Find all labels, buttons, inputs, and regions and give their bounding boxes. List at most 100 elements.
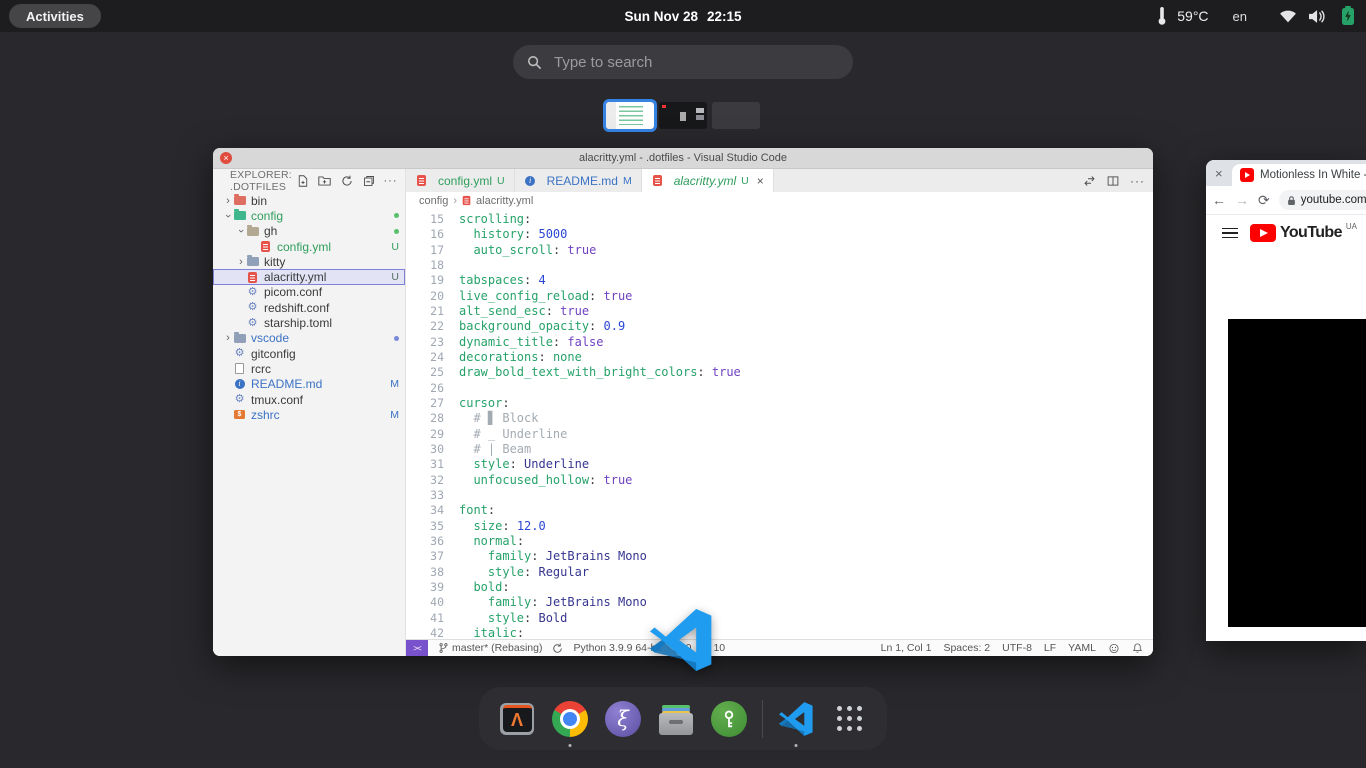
code-line[interactable]: 35 size: 12.0 [406, 519, 1153, 534]
dock-item-app-grid[interactable] [829, 699, 869, 739]
tab-close-icon[interactable]: × [757, 174, 764, 188]
more-actions-icon[interactable]: ··· [384, 175, 397, 188]
encoding[interactable]: UTF-8 [1002, 642, 1032, 654]
tree-item-picom.conf[interactable]: ⚙picom.conf [213, 285, 405, 300]
new-folder-icon[interactable] [318, 175, 331, 188]
browser-tab[interactable]: Motionless In White - / [1232, 164, 1366, 186]
menu-hamburger-icon[interactable] [1222, 225, 1238, 242]
code-line[interactable]: 30 # | Beam [406, 442, 1153, 457]
code-line[interactable]: 18 [406, 258, 1153, 273]
code-line[interactable]: 20live_config_reload: true [406, 289, 1153, 304]
code-line[interactable]: 29 # _ Underline [406, 427, 1153, 442]
vscode-logo-overlay[interactable] [648, 607, 714, 673]
dock-item-vscode[interactable] [776, 699, 816, 739]
code-line[interactable]: 40 family: JetBrains Mono [406, 595, 1153, 610]
youtube-logo[interactable]: YouTube UA [1250, 224, 1357, 242]
code-line[interactable]: 33 [406, 488, 1153, 503]
code-line[interactable]: 24decorations: none [406, 350, 1153, 365]
address-bar[interactable]: youtube.com/wa [1279, 190, 1366, 210]
dock-item-alacritty[interactable]: Λ [497, 699, 537, 739]
code-line[interactable]: 32 unfocused_hollow: true [406, 473, 1153, 488]
code-line[interactable]: 41 style: Bold [406, 611, 1153, 626]
tree-item-bin[interactable]: ›bin [213, 193, 405, 208]
tree-item-kitty[interactable]: ›kitty [213, 254, 405, 269]
back-icon[interactable]: ← [1212, 193, 1226, 207]
collapse-all-icon[interactable] [362, 175, 375, 188]
code-line[interactable]: 26 [406, 381, 1153, 396]
editor-tab-config.yml[interactable]: config.ymlU [406, 169, 515, 192]
dock-item-keepassxc[interactable] [709, 699, 749, 739]
code-line[interactable]: 31 style: Underline [406, 457, 1153, 472]
sync-icon[interactable] [552, 643, 563, 654]
code-line[interactable]: 16 history: 5000 [406, 227, 1153, 242]
tree-item-rcrc[interactable]: rcrc [213, 361, 405, 376]
tree-item-config.yml[interactable]: config.ymlU [213, 239, 405, 254]
code-line[interactable]: 19tabspaces: 4 [406, 273, 1153, 288]
code-line[interactable]: 39 bold: [406, 580, 1153, 595]
split-editor-icon[interactable] [1107, 175, 1119, 187]
refresh-icon[interactable] [340, 175, 353, 188]
editor-more-icon[interactable]: ··· [1130, 174, 1145, 188]
eol[interactable]: LF [1044, 642, 1056, 654]
tree-item-alacritty.yml[interactable]: alacritty.ymlU [213, 269, 405, 284]
editor-tab-alacritty.yml[interactable]: alacritty.ymlU× [642, 169, 774, 192]
tree-item-tmux.conf[interactable]: ⚙tmux.conf [213, 392, 405, 407]
workspace-thumbnail-youtube[interactable] [659, 102, 707, 129]
feedback-icon[interactable] [1108, 643, 1120, 654]
reload-icon[interactable]: ⟳ [1258, 193, 1270, 207]
code-line[interactable]: 21alt_send_esc: true [406, 304, 1153, 319]
code-line[interactable]: 28 # ▋ Block [406, 411, 1153, 426]
git-branch-item[interactable]: master* (Rebasing) [438, 642, 542, 654]
code-line[interactable]: 22background_opacity: 0.9 [406, 319, 1153, 334]
code-line[interactable]: 42 italic: [406, 626, 1153, 639]
workspace-thumbnail-empty[interactable] [712, 102, 760, 129]
tree-item-starship.toml[interactable]: ⚙starship.toml [213, 315, 405, 330]
code-line[interactable]: 37 family: JetBrains Mono [406, 549, 1153, 564]
breadcrumb-file[interactable]: alacritty.yml [476, 195, 533, 207]
overview-search[interactable] [513, 45, 853, 79]
code-line[interactable]: 15scrolling: [406, 212, 1153, 227]
tree-item-config[interactable]: ›config [213, 208, 405, 223]
search-input[interactable] [552, 53, 839, 72]
video-player[interactable] [1228, 319, 1366, 627]
dock-item-files[interactable] [656, 699, 696, 739]
keyboard-layout-indicator[interactable]: en [1233, 9, 1247, 24]
vscode-titlebar[interactable]: × alacritty.yml - .dotfiles - Visual Stu… [213, 148, 1153, 169]
workspace-thumbnail-vscode[interactable] [606, 102, 654, 129]
breadcrumb-folder[interactable]: config [419, 195, 448, 207]
code-line[interactable]: 27cursor: [406, 396, 1153, 411]
tree-item-gh[interactable]: ›gh [213, 224, 405, 239]
notifications-bell-icon[interactable] [1132, 642, 1143, 654]
indentation[interactable]: Spaces: 2 [943, 642, 990, 654]
tree-item-vscode[interactable]: ›vscode [213, 331, 405, 346]
forward-icon[interactable]: → [1235, 193, 1249, 207]
code-line[interactable]: 23dynamic_title: false [406, 335, 1153, 350]
remote-indicator[interactable]: >< [406, 640, 428, 656]
tree-item-gitconfig[interactable]: ⚙gitconfig [213, 346, 405, 361]
tree-item-zshrc[interactable]: $zshrcM [213, 407, 405, 422]
dock-item-chrome[interactable] [550, 699, 590, 739]
code-editor[interactable]: 15scrolling:16 history: 500017 auto_scro… [406, 209, 1153, 639]
editor-tab-README.md[interactable]: iREADME.mdM [515, 169, 642, 192]
code-line[interactable]: 25draw_bold_text_with_bright_colors: tru… [406, 365, 1153, 380]
activities-button[interactable]: Activities [9, 4, 101, 28]
vscode-window[interactable]: × alacritty.yml - .dotfiles - Visual Stu… [213, 148, 1153, 656]
code-line[interactable]: 36 normal: [406, 534, 1153, 549]
breadcrumb[interactable]: config › alacritty.yml [406, 192, 1153, 209]
system-status-area[interactable]: 59°C en [1157, 0, 1354, 32]
new-file-icon[interactable] [296, 175, 309, 188]
dock-item-emacs[interactable]: ξ [603, 699, 643, 739]
window-close-button[interactable]: × [220, 152, 232, 164]
open-changes-icon[interactable] [1083, 175, 1096, 187]
breadcrumb-separator-icon: › [453, 195, 457, 207]
tab-close-icon[interactable]: × [1215, 166, 1223, 181]
tree-item-redshift.conf[interactable]: ⚙redshift.conf [213, 300, 405, 315]
tree-item-README.md[interactable]: iREADME.mdM [213, 377, 405, 392]
code-line[interactable]: 38 style: Regular [406, 565, 1153, 580]
chrome-window[interactable]: × Motionless In White - / ← → ⟳ youtube.… [1206, 160, 1366, 641]
code-line[interactable]: 34font: [406, 503, 1153, 518]
code-line[interactable]: 17 auto_scroll: true [406, 243, 1153, 258]
cursor-position[interactable]: Ln 1, Col 1 [881, 642, 932, 654]
clock[interactable]: Sun Nov 28 22:15 [624, 0, 741, 32]
language-mode[interactable]: YAML [1068, 642, 1096, 654]
